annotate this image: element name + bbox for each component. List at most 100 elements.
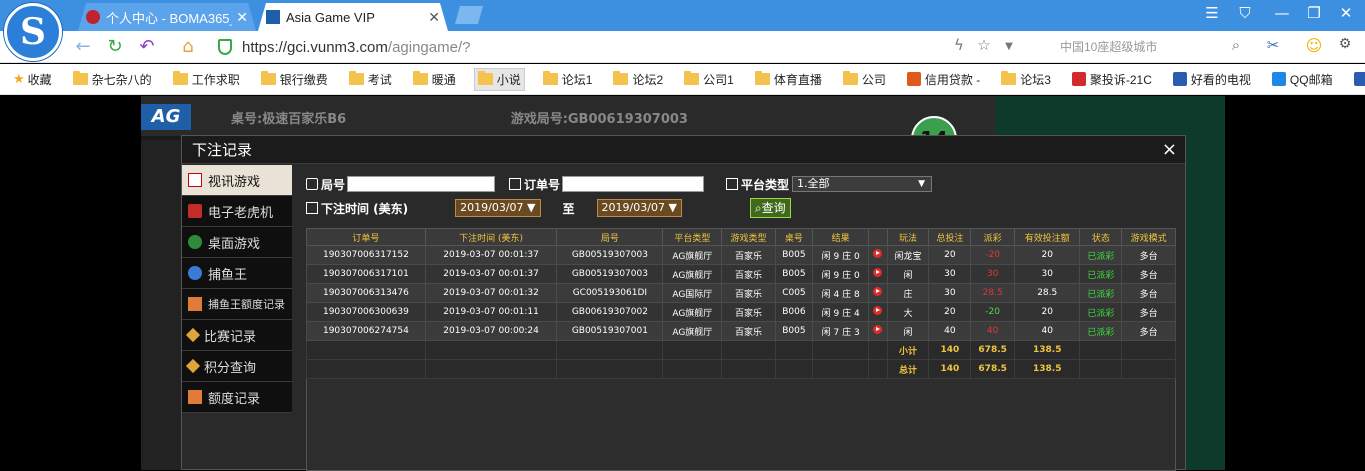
back-icon[interactable]: ← [72,36,94,57]
site-favicon-icon [1271,72,1286,86]
platform-select[interactable]: 1.全部 ▼ [792,176,933,192]
undo-icon[interactable]: ↶ [136,36,158,57]
tab-boma365[interactable]: 个人中心 - BOMA365_ ✕ [78,3,256,31]
maximize-icon[interactable]: ❐ [1302,4,1326,22]
menu-icon[interactable]: ☰ [1200,4,1224,22]
bookmark-item[interactable]: 论坛2 [610,69,666,90]
play-replay-icon[interactable] [873,287,883,296]
table-cell: 20 [1014,302,1081,322]
url-field[interactable]: https://gci.vunm3.com/agingame/? [218,36,938,58]
bookmark-item[interactable]: 小说 [473,67,525,91]
menu-item-match-records[interactable]: 比赛记录 [182,320,292,351]
bookmark-item[interactable]: QQ邮箱 [1269,69,1336,90]
extensions-icon[interactable]: ⚙ [1334,36,1356,52]
table-cell: 多台 [1121,321,1176,341]
table-cell: 百家乐 [721,264,776,284]
table-cell: 30 [1014,264,1081,284]
bookmark-item[interactable]: 论坛3 [998,69,1054,90]
table-cell: 190307006300639 [306,302,426,322]
query-button[interactable]: ⌕查询 [749,198,791,218]
table-cell [424,340,558,360]
browser-titlebar: 个人中心 - BOMA365_ ✕ Asia Game VIP ✕ ☰ ⛉ — … [0,0,1365,31]
table-cell: AG旗舰厅 [662,245,723,265]
table-row[interactable]: 190307006300639 2019-03-07 00:01:11 GB0061… [306,302,1176,322]
close-icon[interactable]: ✕ [428,9,440,26]
bookmark-item[interactable]: 公司 [840,69,889,90]
bookmark-item[interactable]: 极速秒杀_ [1351,69,1365,90]
menu-item-credit-records[interactable]: 额度记录 [182,382,292,413]
lightning-icon[interactable]: ϟ [948,36,970,54]
close-window-icon[interactable]: ✕ [1334,4,1358,22]
menu-item-live-games[interactable]: 视讯游戏 [182,165,292,196]
play-replay-icon[interactable] [873,268,883,277]
minimize-icon[interactable]: — [1270,4,1294,22]
menu-item-label: 电子老虎机 [208,205,274,221]
table-cell: 30 [928,283,972,303]
bookmark-item[interactable]: 考试 [346,69,395,90]
date-to-select[interactable]: 2019/03/07 ▼ [596,199,682,217]
close-icon[interactable]: × [1162,139,1177,160]
browser-logo: S [4,3,62,61]
bookmark-item[interactable]: 公司1 [681,69,737,90]
table-cell[interactable] [868,283,888,303]
table-cell[interactable] [868,264,888,284]
play-replay-icon[interactable] [873,249,883,258]
table-cell: 30 [928,264,972,284]
filter-row-2: 下注时间 (美东) 2019/03/07 ▼ 至 2019/03/07 ▼ ⌕查… [306,198,791,218]
bookmark-item[interactable]: 工作求职 [170,69,243,90]
play-replay-icon[interactable] [873,306,883,315]
tab-asia-game-vip[interactable]: Asia Game VIP ✕ [258,3,448,31]
table-cell [556,340,664,360]
table-row[interactable]: 190307006313476 2019-03-07 00:01:32 GC0051… [306,283,1176,303]
table-row[interactable]: 190307006317101 2019-03-07 00:01:37 GB0051… [306,264,1176,284]
close-icon[interactable]: ✕ [236,9,248,26]
bookmark-item[interactable]: 好看的电视 [1170,69,1254,90]
order-input[interactable] [562,176,705,192]
menu-item-table-games[interactable]: 桌面游戏 [182,227,292,258]
new-tab-button[interactable] [455,6,483,24]
bookmark-item[interactable]: 银行缴费 [258,69,331,90]
fish-icon [188,266,202,280]
search-input[interactable]: 中国10座超级城市 [1030,37,1250,57]
table-cell: 百家乐 [721,245,776,265]
skin-icon[interactable]: ⛉ [1233,4,1257,22]
scissors-icon[interactable]: ✂ [1262,36,1284,54]
dropdown-icon[interactable]: ▼ [998,41,1020,52]
table-cell[interactable] [868,302,888,322]
ag-favicon-icon [266,10,280,24]
bookmark-item[interactable]: 论坛1 [540,69,596,90]
menu-item-fishing-credit[interactable]: 捕鱼王额度记录 [182,289,292,320]
table-cell [306,359,426,379]
table-header-cell: 总投注 [928,228,972,246]
table-header-cell: 平台类型 [662,228,723,246]
table-cell[interactable] [868,245,888,265]
table-row[interactable]: 190307006317152 2019-03-07 00:01:37 GB0051… [306,245,1176,265]
search-icon[interactable]: ⌕ [1225,36,1247,54]
round-input[interactable] [347,176,496,192]
bookmark-item[interactable]: 杂七杂八的 [70,69,155,90]
refresh-icon[interactable]: ↻ [104,36,126,57]
table-cell: 2019-03-07 00:00:24 [424,321,558,341]
menu-item-fishing-king[interactable]: 捕鱼王 [182,258,292,289]
total-row: 总计 140 678.5 138.5 [306,359,1176,379]
folder-icon [72,71,88,85]
table-cell [812,340,870,360]
favorite-star-icon[interactable]: ☆ [973,36,995,54]
bookmark-item[interactable]: 聚投诉-21C [1069,69,1155,90]
menu-item-points[interactable]: 积分查询 [182,351,292,382]
bookmark-item[interactable]: 暖通 [410,69,459,90]
table-cell [662,359,723,379]
bookmark-label: 论坛2 [632,72,664,87]
bookmark-item[interactable]: 体育直播 [752,69,825,90]
bookmark-item[interactable]: ★ 收藏 [10,69,55,90]
menu-item-label: 桌面游戏 [208,236,261,252]
table-cell: 总计 [886,359,930,379]
home-icon[interactable]: ⌂ [177,36,199,57]
play-replay-icon[interactable] [873,325,883,334]
menu-item-slots[interactable]: 电子老虎机 [182,196,292,227]
table-row[interactable]: 190307006274754 2019-03-07 00:00:24 GB0051… [306,321,1176,341]
bookmark-item[interactable]: 信用贷款 - [904,69,983,90]
table-cell[interactable] [868,321,888,341]
emoji-icon[interactable]: ☺ [1303,36,1325,55]
date-from-select[interactable]: 2019/03/07 ▼ [455,199,541,217]
